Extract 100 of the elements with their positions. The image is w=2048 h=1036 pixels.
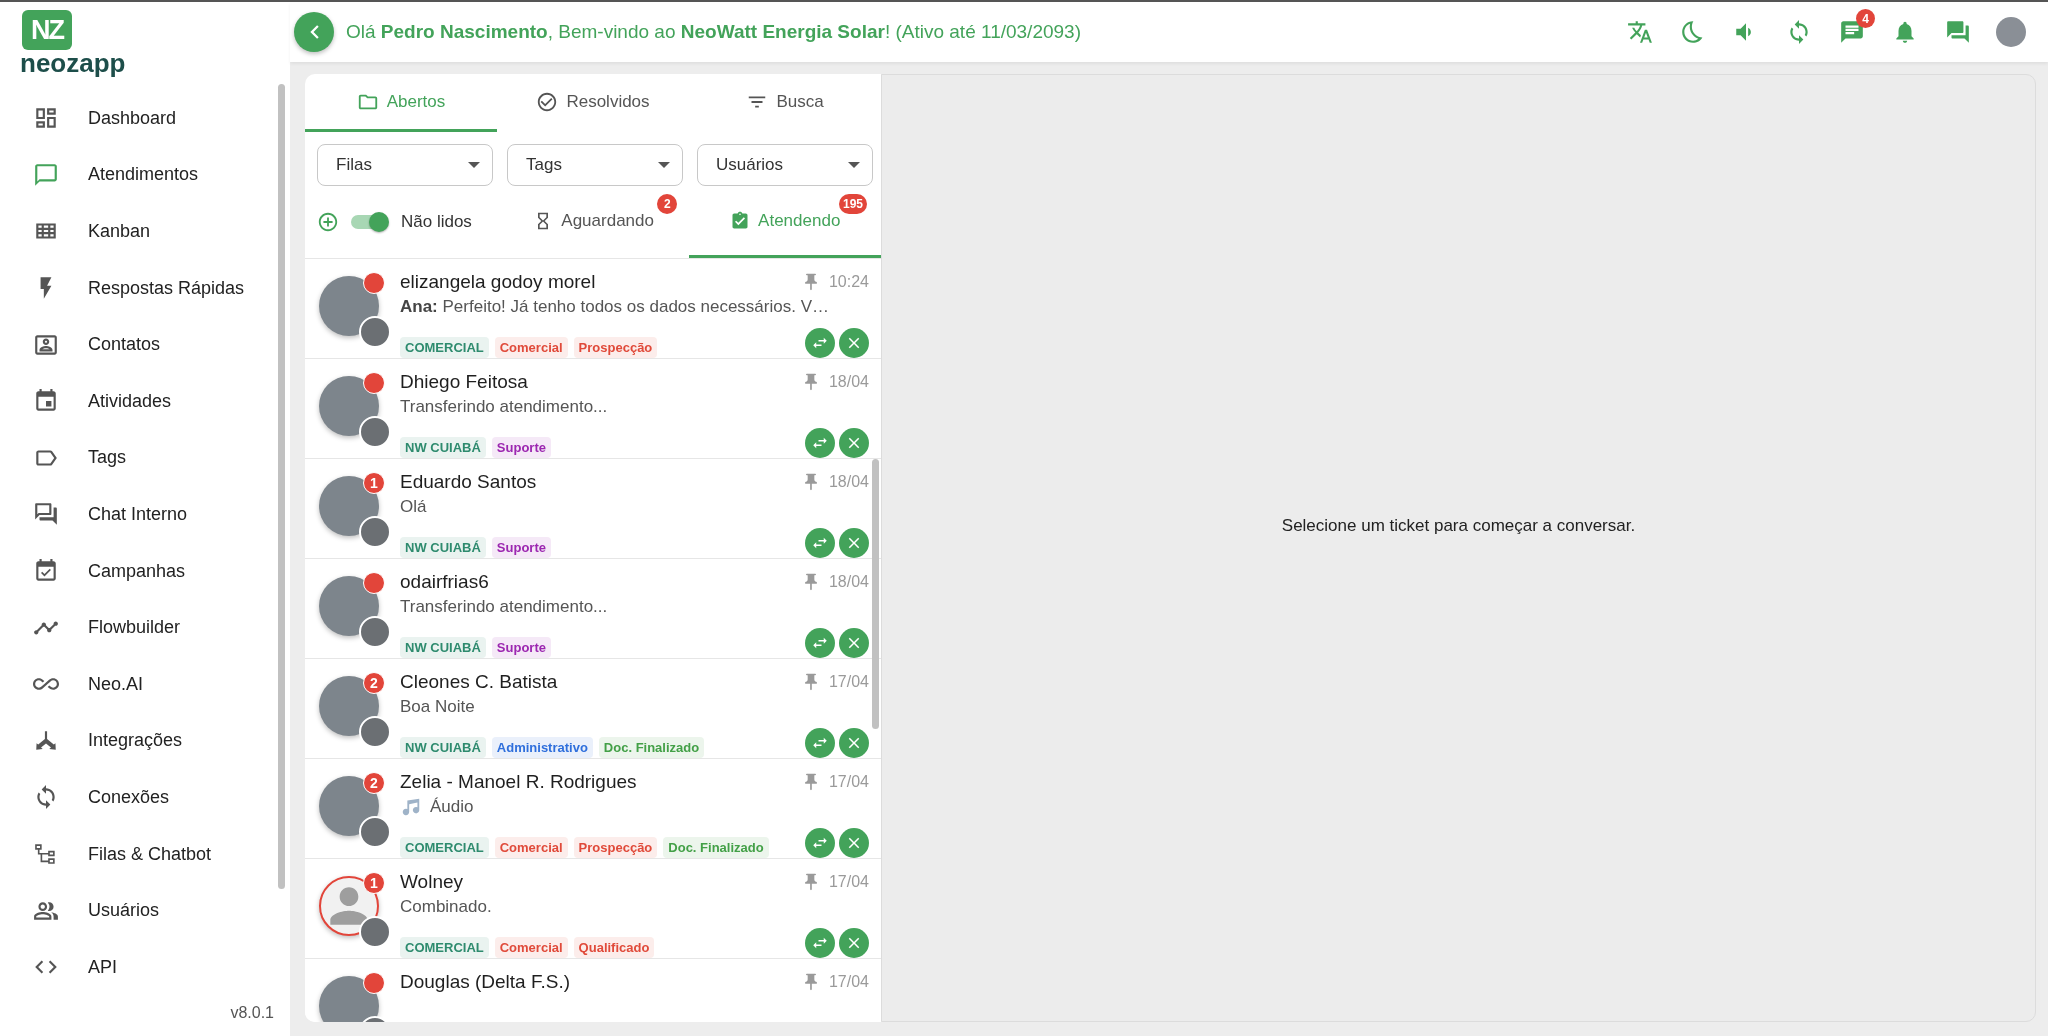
- dropdown-caret-icon: [468, 162, 480, 168]
- unread-badge: 1: [363, 472, 385, 494]
- tab[interactable]: Resolvidos: [497, 74, 689, 132]
- notification-badge: 4: [1856, 9, 1875, 28]
- logo-text: neozapp: [20, 50, 126, 76]
- contact-name: Eduardo Santos: [400, 471, 537, 493]
- close-ticket-button[interactable]: [839, 728, 869, 758]
- ticket-tag: NW CUIABÁ: [400, 537, 486, 558]
- message-time: 17/04: [828, 673, 869, 691]
- close-ticket-button[interactable]: [839, 528, 869, 558]
- sidebar-item[interactable]: Conexões: [0, 769, 290, 826]
- dropdown-caret-icon: [658, 162, 670, 168]
- close-ticket-button[interactable]: [839, 428, 869, 458]
- ticket-tag: COMERCIAL: [400, 337, 489, 358]
- toggle-switch[interactable]: [351, 212, 389, 232]
- ticket-tag: Comercial: [494, 337, 568, 358]
- close-ticket-button[interactable]: [839, 328, 869, 358]
- message-time: 17/04: [828, 973, 869, 991]
- sidebar-item[interactable]: Tags: [0, 429, 290, 487]
- scrollbar[interactable]: [278, 84, 285, 889]
- message-time: 18/04: [828, 573, 869, 591]
- ticket-tag: COMERCIAL: [400, 837, 489, 858]
- sidebar-item[interactable]: Dashboard: [0, 90, 290, 147]
- ticket-tag: Doc. Finalizado: [663, 837, 769, 858]
- ticket-tag: Suporte: [491, 437, 551, 458]
- transfer-button[interactable]: [805, 428, 835, 458]
- transfer-button[interactable]: [805, 928, 835, 958]
- sidebar-item[interactable]: Contatos: [0, 316, 290, 373]
- scrollbar[interactable]: [872, 459, 879, 729]
- version-label: v8.0.1: [230, 1004, 274, 1022]
- chat-bubbles-icon[interactable]: [1945, 19, 1971, 45]
- contact-name: Dhiego Feitosa: [400, 371, 528, 393]
- message-preview: Transferindo atendimento...: [400, 397, 608, 417]
- message-time: 10:24: [828, 273, 869, 291]
- filter-dropdown[interactable]: Usuários: [697, 144, 873, 186]
- sidebar-item[interactable]: Integrações: [0, 712, 290, 770]
- ticket-tag: Prospecção: [573, 837, 658, 858]
- message-preview: Áudio: [430, 797, 474, 817]
- transfer-button[interactable]: [805, 828, 835, 858]
- user-avatar[interactable]: [1996, 17, 2026, 47]
- chevron-left-icon: [309, 25, 319, 39]
- sidebar-item[interactable]: Atividades: [0, 372, 290, 430]
- sidebar-item[interactable]: API: [0, 938, 290, 996]
- logo-mark: NZ: [22, 10, 72, 50]
- close-ticket-button[interactable]: [839, 828, 869, 858]
- empty-state-message: Selecione um ticket para começar a conversar.: [1281, 516, 1636, 536]
- sidebar-item[interactable]: Chat Interno: [0, 486, 290, 543]
- sidebar-item[interactable]: Campanhas: [0, 542, 290, 600]
- sidebar-item[interactable]: Neo.AI: [0, 655, 290, 713]
- ticket-tag: Administrativo: [491, 737, 593, 758]
- welcome-message: Olá Pedro Nascimento, Bem-vindo ao NeoWatt Energia Solar! (Ativo até 11/03/2093): [346, 21, 1081, 43]
- message-time: 18/04: [828, 373, 869, 391]
- close-ticket-button[interactable]: [839, 628, 869, 658]
- close-ticket-button[interactable]: [839, 928, 869, 958]
- message-preview: Olá: [400, 497, 427, 517]
- contact-name: Douglas (Delta F.S.): [400, 971, 570, 993]
- contact-name: odairfrias6: [400, 571, 489, 593]
- sidebar-item[interactable]: Usuários: [0, 882, 290, 939]
- dropdown-caret-icon: [848, 162, 860, 168]
- message-preview: Boa Noite: [400, 697, 475, 717]
- transfer-button[interactable]: [805, 328, 835, 358]
- back-button[interactable]: [294, 12, 334, 52]
- sidebar-item[interactable]: Filas & Chatbot: [0, 825, 290, 883]
- message-preview: Transferindo atendimento...: [400, 597, 608, 617]
- contact-name: Wolney: [400, 871, 463, 893]
- sidebar-item[interactable]: Kanban: [0, 203, 290, 260]
- ticket-tag: Comercial: [494, 837, 568, 858]
- status-tab[interactable]: Aguardando 2: [497, 186, 690, 258]
- contact-name: elizangela godoy morel: [400, 271, 596, 293]
- sidebar-item[interactable]: Flowbuilder: [0, 599, 290, 656]
- ticket-tag: Prospecção: [573, 337, 658, 358]
- unread-badge: 1: [363, 872, 385, 894]
- transfer-button[interactable]: [805, 728, 835, 758]
- ticket-tag: COMERCIAL: [400, 937, 489, 958]
- ticket-tag: Qualificado: [573, 937, 655, 958]
- unread-badge: 2: [363, 772, 385, 794]
- translate-icon[interactable]: [1627, 19, 1653, 45]
- tab[interactable]: Busca: [689, 74, 881, 132]
- sidebar-item[interactable]: Atendimentos: [0, 146, 290, 204]
- toggle-label: Não lidos: [401, 212, 472, 232]
- filter-dropdown[interactable]: Tags: [507, 144, 683, 186]
- ticket-tag: NW CUIABÁ: [400, 737, 486, 758]
- message-preview: Ana: Perfeito! Já tenho todos os dados necessários. V…: [400, 297, 829, 317]
- count-badge: 2: [657, 194, 678, 214]
- sidebar-item[interactable]: Respostas Rápidas: [0, 259, 290, 317]
- filter-dropdown[interactable]: Filas: [317, 144, 493, 186]
- contact-name: Cleones C. Batista: [400, 671, 558, 693]
- transfer-button[interactable]: [805, 528, 835, 558]
- unread-badge: 2: [363, 672, 385, 694]
- ticket-tag: Comercial: [494, 937, 568, 958]
- count-badge: 195: [838, 194, 867, 214]
- message-time: 18/04: [828, 473, 869, 491]
- message-time: 17/04: [828, 873, 869, 891]
- message-time: 17/04: [828, 773, 869, 791]
- ticket-tag: NW CUIABÁ: [400, 437, 486, 458]
- ticket-tag: Suporte: [491, 637, 551, 658]
- ticket-tag: Suporte: [491, 537, 551, 558]
- ticket-tag: Doc. Finalizado: [598, 737, 705, 758]
- transfer-button[interactable]: [805, 628, 835, 658]
- music-note-icon: [400, 796, 422, 818]
